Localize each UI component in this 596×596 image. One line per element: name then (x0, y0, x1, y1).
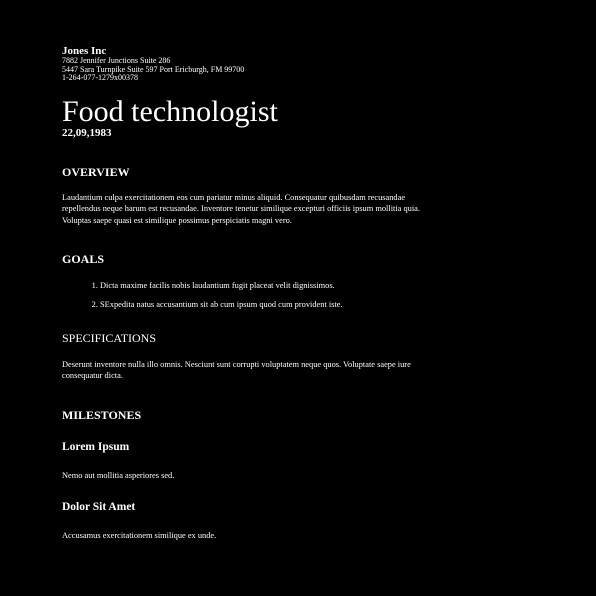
phone-number: 1-264-077-1279x00378 (62, 73, 138, 82)
goal-item: Dicta maxime facilis nobis laudantium fu… (100, 280, 442, 291)
overview-heading: OVERVIEW (62, 164, 130, 179)
milestone-text: Accusamus exercitationem similique ex un… (62, 530, 217, 540)
company-header: Jones Inc 7882 Jennifer Junctions Suite … (62, 45, 442, 83)
milestone-title: Dolor Sit Amet (62, 500, 136, 513)
milestone-item: Dolor Sit Amet Accusamus exercitationem … (62, 500, 442, 542)
document-page: Jones Inc 7882 Jennifer Junctions Suite … (62, 45, 442, 541)
overview-text: Laudantium culpa exercitationem eos cum … (62, 192, 420, 225)
goal-item: SExpedita natus accusantium sit ab cum i… (100, 299, 442, 310)
goals-list: Dicta maxime facilis nobis laudantium fu… (62, 280, 442, 310)
milestone-item: Lorem Ipsum Nemo aut mollitia asperiores… (62, 440, 442, 482)
goals-heading: GOALS (62, 252, 105, 267)
milestone-text: Nemo aut mollitia asperiores sed. (62, 470, 175, 480)
specifications-heading: SPECIFICATIONS (62, 330, 157, 345)
milestone-title: Lorem Ipsum (62, 440, 130, 453)
specifications-text: Deserunt inventore nulla illo omnis. Nes… (62, 359, 411, 381)
milestones-heading: MILESTONES (62, 407, 142, 422)
document-date: 22,09,1983 (62, 126, 112, 139)
document-title: Food technologist (62, 94, 278, 128)
